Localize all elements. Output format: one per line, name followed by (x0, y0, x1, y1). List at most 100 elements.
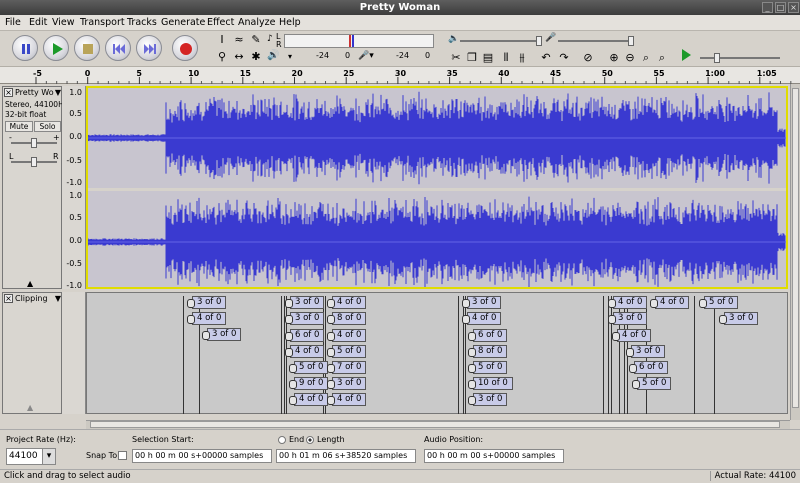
clip-label[interactable]: 4 of 0 (607, 296, 648, 309)
clip-label[interactable]: 5 of 0 (631, 377, 672, 390)
menu-tracks[interactable]: Tracks (127, 17, 157, 28)
track-name-menu[interactable]: Pretty Wo ▼ (15, 88, 61, 98)
clip-label[interactable]: 3 of 0 (625, 345, 666, 358)
selection-length-field[interactable]: 00 h 01 m 06 s+38520 samples (276, 449, 416, 463)
meter-tick-0: 0 (345, 51, 351, 60)
maximize-icon[interactable]: □ (775, 2, 786, 13)
fit-project-icon[interactable]: ⌕ (654, 51, 670, 65)
envelope-tool-icon[interactable]: ≈ (231, 33, 247, 47)
fit-selection-icon[interactable]: ⌕ (638, 51, 654, 65)
clip-label[interactable]: 4 of 0 (186, 312, 227, 325)
timeshift-tool-icon[interactable]: ↔ (231, 50, 247, 64)
play-button[interactable] (43, 35, 69, 61)
clip-label[interactable]: 7 of 0 (326, 361, 367, 374)
label-track-area[interactable] (86, 292, 788, 414)
silence-icon[interactable]: ⫵ (514, 51, 530, 65)
close-icon[interactable]: × (788, 2, 799, 13)
clip-label[interactable]: 4 of 0 (611, 329, 652, 342)
trim-icon[interactable]: ⫴ (498, 51, 514, 65)
selection-tool-icon[interactable]: I (214, 33, 230, 47)
draw-tool-icon[interactable]: ✎ (248, 33, 264, 47)
clip-label[interactable]: 3 of 0 (201, 328, 242, 341)
meter-dropdown[interactable]: ▾ (286, 51, 298, 65)
menu-effect[interactable]: Effect (207, 17, 234, 28)
timeline-ruler[interactable]: -5 0 5 10 15 20 25 30 35 40 45 50 55 1:00 1:05 (0, 67, 800, 84)
label-track-menu-arrow-icon: ▼ (54, 294, 61, 303)
label-track-name-menu[interactable]: Clipping ▼ (15, 294, 61, 304)
clip-label[interactable]: 8 of 0 (326, 312, 367, 325)
project-rate-select[interactable]: 44100 ▾ (6, 448, 56, 465)
clip-label[interactable]: 8 of 0 (467, 345, 508, 358)
clip-label[interactable]: 6 of 0 (628, 361, 669, 374)
zoom-out-icon[interactable]: ⊖ (622, 51, 638, 65)
menu-help[interactable]: Help (279, 17, 301, 28)
clip-label[interactable]: 4 of 0 (326, 329, 367, 342)
clip-label[interactable]: 3 of 0 (326, 377, 367, 390)
menu-view[interactable]: View (52, 17, 75, 28)
clip-label[interactable]: 4 of 0 (326, 296, 367, 309)
pause-button[interactable] (12, 35, 38, 61)
redo-icon[interactable]: ↷ (556, 51, 572, 65)
zoom-in-icon[interactable]: ⊕ (606, 51, 622, 65)
mute-button[interactable]: Mute (5, 121, 33, 132)
output-volume-slider[interactable] (460, 36, 542, 46)
label-collapse-icon[interactable]: ▲ (27, 403, 33, 412)
play-speed-slider[interactable] (700, 53, 780, 63)
clip-label[interactable]: 5 of 0 (698, 296, 739, 309)
clip-label[interactable]: 10 of 0 (468, 377, 513, 390)
label-track-close-button[interactable]: × (4, 294, 13, 303)
multi-tool-icon[interactable]: ✱ (248, 50, 264, 64)
clip-label[interactable]: 3 of 0 (467, 393, 508, 406)
clip-label[interactable]: 3 of 0 (284, 296, 325, 309)
undo-icon[interactable]: ↶ (538, 51, 554, 65)
skip-start-button[interactable] (105, 35, 131, 61)
clip-label[interactable]: 6 of 0 (467, 329, 508, 342)
record-button[interactable] (172, 35, 198, 61)
collapse-track-icon[interactable]: ▲ (27, 279, 33, 288)
paste-icon[interactable]: ▤ (480, 51, 496, 65)
clip-label[interactable]: 4 of 0 (284, 345, 325, 358)
audio-position-field[interactable]: 00 h 00 m 00 s+00000 samples (424, 449, 564, 463)
menu-file[interactable]: File (5, 17, 21, 28)
pan-slider[interactable] (11, 157, 57, 167)
copy-icon[interactable]: ❐ (464, 51, 480, 65)
clip-label[interactable]: 3 of 0 (186, 296, 227, 309)
waveform-area[interactable] (86, 86, 788, 289)
clip-label[interactable]: 4 of 0 (461, 312, 502, 325)
vertical-scrollbar[interactable] (790, 84, 800, 420)
solo-button[interactable]: Solo (34, 121, 61, 132)
label-marker-line (465, 296, 466, 414)
horizontal-scrollbar[interactable] (86, 420, 790, 429)
gain-slider[interactable] (11, 138, 57, 148)
clip-label[interactable]: 3 of 0 (461, 296, 502, 309)
clip-label[interactable]: 5 of 0 (326, 345, 367, 358)
clip-label[interactable]: 4 of 0 (326, 393, 367, 406)
play-at-speed-icon[interactable] (682, 49, 691, 61)
length-radio[interactable] (306, 436, 314, 444)
minimize-icon[interactable]: _ (762, 2, 773, 13)
cut-icon[interactable]: ✂ (448, 51, 464, 65)
sync-lock-icon[interactable]: ⊘ (580, 51, 596, 65)
clip-label[interactable]: 5 of 0 (288, 361, 329, 374)
stop-button[interactable] (74, 35, 100, 61)
record-meter-dropdown[interactable]: 🎤▾ (358, 51, 374, 61)
menu-transport[interactable]: Transport (80, 17, 125, 28)
clip-label[interactable]: 5 of 0 (467, 361, 508, 374)
menu-analyze[interactable]: Analyze (238, 17, 275, 28)
clip-label[interactable]: 4 of 0 (649, 296, 690, 309)
clip-label[interactable]: 9 of 0 (288, 377, 329, 390)
menu-generate[interactable]: Generate (161, 17, 205, 28)
end-radio[interactable] (278, 436, 286, 444)
clip-label[interactable]: 3 of 0 (284, 312, 325, 325)
clip-label[interactable]: 6 of 0 (284, 329, 325, 342)
snap-to-checkbox[interactable] (118, 451, 127, 460)
clip-label[interactable]: 3 of 0 (607, 312, 648, 325)
input-volume-slider[interactable] (558, 36, 634, 46)
menu-edit[interactable]: Edit (29, 17, 47, 28)
track-close-button[interactable]: × (4, 88, 13, 97)
selection-start-field[interactable]: 00 h 00 m 00 s+00000 samples (132, 449, 272, 463)
clip-label[interactable]: 3 of 0 (718, 312, 759, 325)
skip-end-button[interactable] (136, 35, 162, 61)
zoom-tool-icon[interactable]: ⚲ (214, 50, 230, 64)
clip-label[interactable]: 4 of 0 (288, 393, 329, 406)
